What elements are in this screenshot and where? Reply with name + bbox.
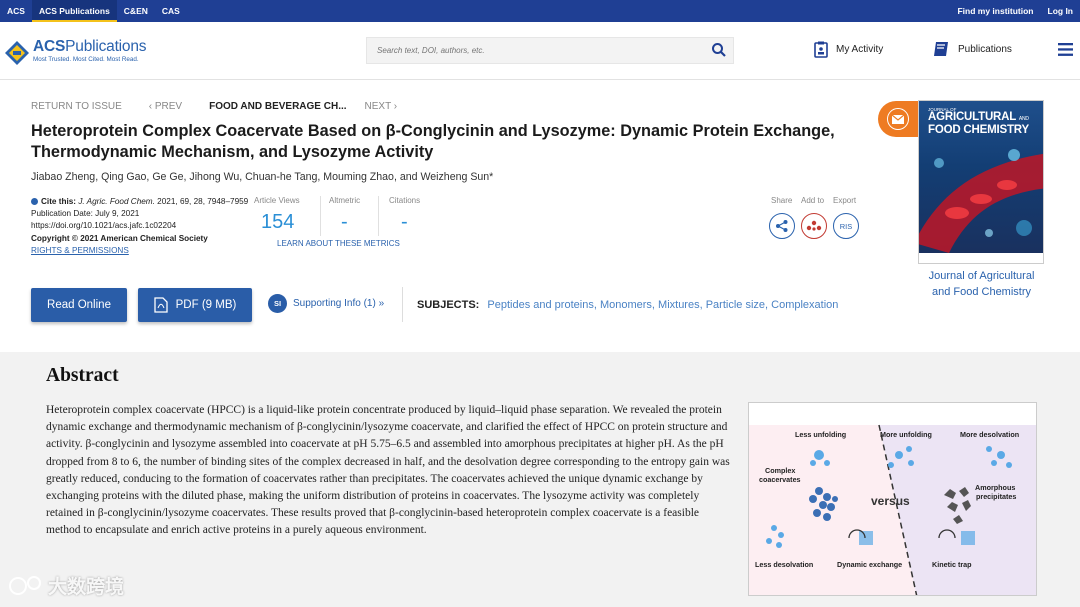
return-to-issue-link[interactable]: RETURN TO ISSUE bbox=[31, 101, 122, 112]
envelope-icon bbox=[892, 115, 904, 124]
my-activity-link[interactable]: My Activity bbox=[814, 41, 883, 58]
share-button[interactable] bbox=[769, 213, 795, 239]
abstract-text: Heteroprotein complex coacervate (HPCC) … bbox=[46, 404, 730, 537]
citations-metric: Citations - bbox=[389, 196, 420, 234]
learn-metrics-link[interactable]: LEARN ABOUT THESE METRICS bbox=[277, 239, 400, 248]
search-icon[interactable] bbox=[711, 42, 727, 58]
share-icon bbox=[776, 220, 788, 232]
cite-label[interactable]: Cite this: bbox=[41, 197, 76, 206]
site-header: ACSPublications Most Trusted. Most Cited… bbox=[0, 22, 1080, 80]
cite-dot-icon bbox=[31, 198, 38, 205]
topbar-link-acs-publications[interactable]: ACS Publications bbox=[31, 0, 117, 22]
topbar-link-cas[interactable]: CAS bbox=[155, 0, 187, 22]
metric-divider bbox=[320, 196, 321, 236]
copyright: Copyright © 2021 American Chemical Socie… bbox=[31, 233, 208, 243]
rights-permissions-link[interactable]: RIGHTS & PERMISSIONS bbox=[31, 245, 251, 257]
book-icon bbox=[934, 42, 948, 56]
toc-more-desolvation: More desolvation bbox=[960, 430, 1020, 439]
topbar-link-cen[interactable]: C&EN bbox=[117, 0, 155, 22]
metric-divider bbox=[378, 196, 379, 236]
logo-brand-bold: ACS bbox=[33, 38, 66, 55]
logo-brand-rest: Publications bbox=[65, 38, 147, 55]
toc-kinetic-trap: Kinetic trap bbox=[932, 560, 972, 569]
next-link[interactable]: NEXT › bbox=[365, 101, 398, 112]
subjects-divider bbox=[402, 287, 403, 322]
add-to-label: Add to bbox=[801, 196, 825, 205]
subject-link[interactable]: Particle size, bbox=[706, 299, 768, 311]
article-authors[interactable]: Jiabao Zheng, Qing Gao, Ge Ge, Jihong Wu… bbox=[31, 171, 493, 183]
acs-diamond-icon bbox=[5, 41, 29, 65]
abstract-heading: Abstract bbox=[46, 365, 119, 386]
toc-complex-coacervates-1: Complex bbox=[765, 466, 796, 475]
add-to-button[interactable] bbox=[801, 213, 827, 239]
search-box bbox=[366, 37, 734, 64]
article-views-label: Article Views bbox=[254, 196, 300, 205]
find-institution-link[interactable]: Find my institution bbox=[950, 0, 1040, 22]
pdf-label: PDF (9 MB) bbox=[175, 299, 237, 311]
toc-graphic[interactable]: Less unfolding More unfolding More desol… bbox=[748, 402, 1037, 596]
top-bar: ACS ACS Publications C&EN CAS Find my in… bbox=[0, 0, 1080, 22]
citations-value: - bbox=[401, 211, 408, 233]
cover-footer-band bbox=[919, 253, 1043, 263]
toc-less-desolvation: Less desolvation bbox=[755, 560, 814, 569]
subjects-label: SUBJECTS: bbox=[417, 299, 480, 311]
pdf-button[interactable]: PDF (9 MB) bbox=[138, 288, 252, 322]
journal-cover-image[interactable]: JOURNAL OF AGRICULTURAL AND FOOD CHEMIST… bbox=[918, 100, 1044, 264]
current-section: FOOD AND BEVERAGE CH... bbox=[209, 101, 347, 112]
export-ris-button[interactable]: RIS bbox=[833, 213, 859, 239]
toc-dynamic-exchange: Dynamic exchange bbox=[837, 560, 903, 569]
article-views-metric: Article Views 154 bbox=[254, 196, 300, 234]
prev-link[interactable]: ‹ PREV bbox=[149, 101, 182, 112]
acs-publications-logo[interactable]: ACSPublications Most Trusted. Most Cited… bbox=[4, 38, 164, 68]
cover-title-and: AND bbox=[1018, 116, 1029, 122]
login-link[interactable]: Log In bbox=[1041, 0, 1080, 22]
cite-reference: 2021, 69, 28, 7948–7959 bbox=[154, 197, 249, 206]
toc-amorphous-2: precipitates bbox=[976, 492, 1017, 501]
article-views-value: 154 bbox=[261, 211, 295, 233]
cover-title-line1: AGRICULTURAL bbox=[928, 111, 1016, 123]
toc-versus: versus bbox=[871, 494, 910, 508]
publications-label: Publications bbox=[958, 43, 1012, 55]
subject-link[interactable]: Complexation bbox=[771, 299, 838, 311]
watermark-text: 大数跨境 bbox=[48, 577, 125, 598]
si-badge-icon[interactable]: SI bbox=[268, 294, 287, 313]
subjects-row: SUBJECTS: Peptides and proteins, Monomer… bbox=[417, 299, 838, 311]
email-alert-button[interactable] bbox=[878, 101, 918, 137]
my-activity-label: My Activity bbox=[836, 44, 884, 55]
ris-label: RIS bbox=[839, 221, 853, 231]
export-label: Export bbox=[833, 196, 857, 205]
citations-label: Citations bbox=[389, 196, 421, 205]
logo-tagline: Most Trusted. Most Cited. Most Read. bbox=[33, 56, 139, 63]
issue-navigation: RETURN TO ISSUE ‹ PREV FOOD AND BEVERAGE… bbox=[31, 101, 424, 112]
clipboard-icon bbox=[814, 41, 828, 58]
watermark: 大数跨境 bbox=[8, 572, 124, 599]
mendeley-icon bbox=[806, 220, 822, 231]
altmetric-value: - bbox=[341, 211, 348, 233]
cite-journal: J. Agric. Food Chem. bbox=[78, 197, 155, 206]
journal-name-link[interactable]: Journal of Agricultural and Food Chemist… bbox=[918, 269, 1045, 300]
altmetric-metric: Altmetric - bbox=[329, 196, 360, 234]
altmetric-label: Altmetric bbox=[329, 196, 361, 205]
cover-artwork-icon bbox=[919, 149, 1043, 253]
subject-link[interactable]: Peptides and proteins, bbox=[487, 299, 596, 311]
publications-link[interactable]: Publications bbox=[932, 41, 1012, 57]
search-input[interactable] bbox=[367, 38, 687, 63]
doi-link[interactable]: https://doi.org/10.1021/acs.jafc.1c02204 bbox=[31, 220, 251, 232]
toc-amorphous-1: Amorphous bbox=[975, 483, 1016, 492]
subject-link[interactable]: Monomers, bbox=[600, 299, 655, 311]
supporting-info-link[interactable]: Supporting Info (1) » bbox=[293, 298, 384, 309]
publication-date: Publication Date: July 9, 2021 bbox=[31, 209, 140, 219]
article-title: Heteroprotein Complex Coacervate Based o… bbox=[31, 122, 835, 161]
citation-block: Cite this: J. Agric. Food Chem. 2021, 69… bbox=[31, 196, 251, 257]
toc-complex-coacervates-2: coacervates bbox=[759, 475, 801, 484]
watermark-logo-icon bbox=[9, 575, 41, 595]
menu-icon[interactable] bbox=[1058, 43, 1073, 56]
toc-less-unfolding: Less unfolding bbox=[795, 430, 847, 439]
topbar-link-acs[interactable]: ACS bbox=[0, 0, 32, 22]
share-label: Share bbox=[771, 196, 793, 205]
read-online-button[interactable]: Read Online bbox=[31, 288, 127, 322]
subject-link[interactable]: Mixtures, bbox=[658, 299, 703, 311]
toc-more-unfolding: More unfolding bbox=[880, 430, 932, 439]
pdf-icon bbox=[153, 297, 168, 313]
